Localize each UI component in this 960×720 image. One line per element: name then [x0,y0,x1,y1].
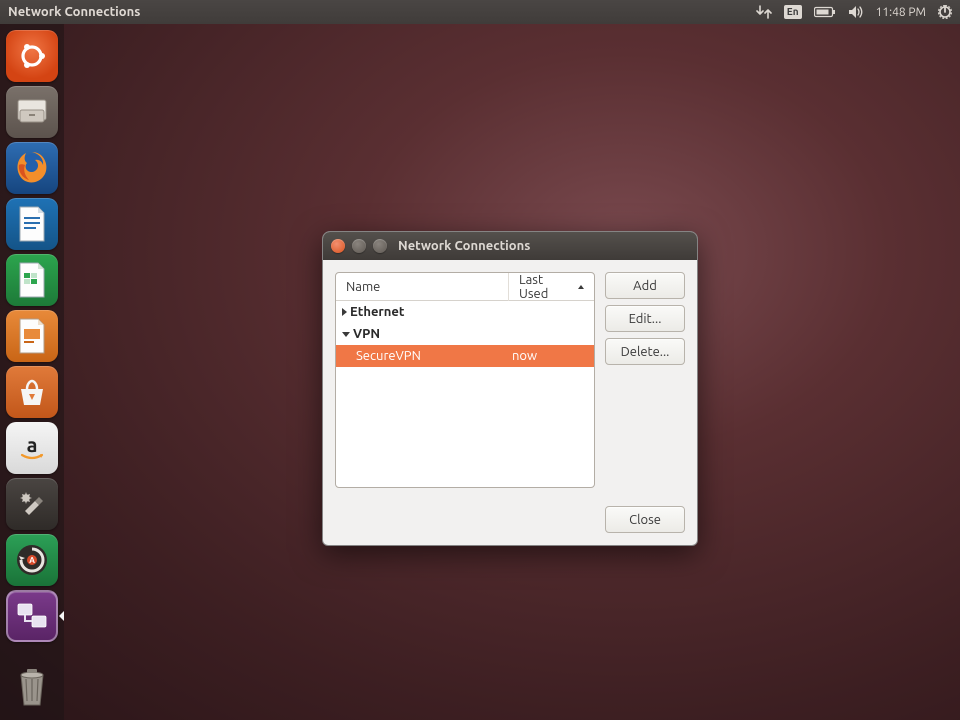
updater-icon: A [14,542,50,578]
connection-row-securevpn[interactable]: SecureVPN now [336,345,594,367]
firefox-icon [13,149,51,187]
launcher-software-updater[interactable]: A [6,534,58,586]
trash-icon [12,663,52,709]
expand-expanded-icon [342,332,350,337]
add-button[interactable]: Add [605,272,685,299]
writer-icon [16,205,48,243]
software-center-icon [15,375,49,409]
action-buttons: Add Edit... Delete... [605,272,685,488]
window-minimize-button[interactable] [352,239,366,253]
svg-text:a: a [27,433,38,456]
list-header: Name Last Used [336,273,594,301]
keyboard-indicator[interactable]: En [784,5,802,19]
column-header-name[interactable]: Name [336,280,508,294]
top-menubar: Network Connections En 11:48 PM [0,0,960,24]
group-label: Ethernet [350,305,404,319]
battery-indicator-icon[interactable] [814,6,836,18]
connections-list[interactable]: Name Last Used Ethernet VPN SecureVPN no… [335,272,595,488]
launcher-libreoffice-calc[interactable] [6,254,58,306]
session-indicator-icon[interactable] [938,5,952,19]
expand-collapsed-icon [342,308,347,316]
list-rows: Ethernet VPN SecureVPN now [336,301,594,487]
group-ethernet[interactable]: Ethernet [336,301,594,323]
svg-text:A: A [29,556,35,565]
launcher-libreoffice-impress[interactable] [6,310,58,362]
window-close-button[interactable] [331,239,345,253]
launcher-firefox[interactable] [6,142,58,194]
sort-ascending-icon [578,285,584,289]
launcher-libreoffice-writer[interactable] [6,198,58,250]
clock-indicator[interactable]: 11:48 PM [876,6,926,19]
launcher-ubuntu-dash[interactable] [6,30,58,82]
connection-name: SecureVPN [336,349,508,363]
ubuntu-logo-icon [15,39,49,73]
menubar-app-title: Network Connections [8,5,756,19]
network-indicator-icon[interactable] [756,5,772,19]
launcher-system-settings[interactable] [6,478,58,530]
group-vpn[interactable]: VPN [336,323,594,345]
launcher-network-settings[interactable] [6,590,58,642]
connection-last-used: now [508,349,594,363]
group-label: VPN [353,327,380,341]
launcher-amazon[interactable]: a [6,422,58,474]
column-header-last-used[interactable]: Last Used [508,273,594,301]
indicator-area: En 11:48 PM [756,5,952,19]
launcher-trash[interactable] [6,660,58,712]
dialog-footer: Close [323,500,697,545]
settings-icon [15,487,49,521]
impress-icon [16,317,48,355]
active-app-indicator-icon [59,611,64,621]
launcher-files[interactable] [6,86,58,138]
edit-button[interactable]: Edit... [605,305,685,332]
close-button[interactable]: Close [605,506,685,533]
calc-icon [16,261,48,299]
unity-launcher: a A [0,24,64,720]
files-icon [15,97,49,127]
network-connections-dialog: Network Connections Name Last Used Ether… [322,231,698,546]
delete-button[interactable]: Delete... [605,338,685,365]
dialog-title: Network Connections [398,239,530,253]
sound-indicator-icon[interactable] [848,5,864,19]
amazon-icon: a [16,432,48,464]
dialog-titlebar[interactable]: Network Connections [323,232,697,260]
network-settings-icon [15,601,49,631]
window-maximize-button[interactable] [373,239,387,253]
launcher-ubuntu-software[interactable] [6,366,58,418]
